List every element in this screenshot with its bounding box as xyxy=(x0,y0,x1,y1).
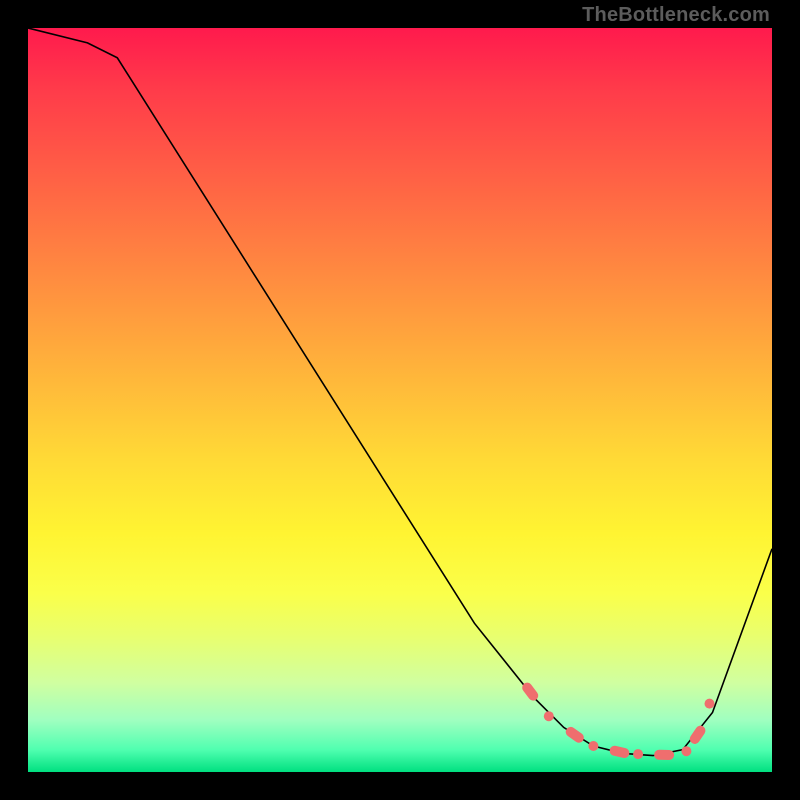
curve-markers xyxy=(520,681,714,761)
curve-marker-dot xyxy=(544,711,554,721)
chart-canvas: TheBottleneck.com xyxy=(0,0,800,800)
curve-marker-pill xyxy=(688,724,708,746)
curve-marker-dot xyxy=(705,699,715,709)
curve-marker-pill xyxy=(564,725,586,745)
curve-marker-pill xyxy=(654,750,674,761)
curve-marker-dot xyxy=(588,741,598,751)
curve-svg xyxy=(28,28,772,772)
plot-area xyxy=(28,28,772,772)
watermark-label: TheBottleneck.com xyxy=(582,4,770,27)
bottleneck-curve xyxy=(28,28,772,756)
curve-marker-dot xyxy=(633,749,643,759)
curve-marker-pill xyxy=(609,745,631,759)
curve-marker-dot xyxy=(681,746,691,756)
